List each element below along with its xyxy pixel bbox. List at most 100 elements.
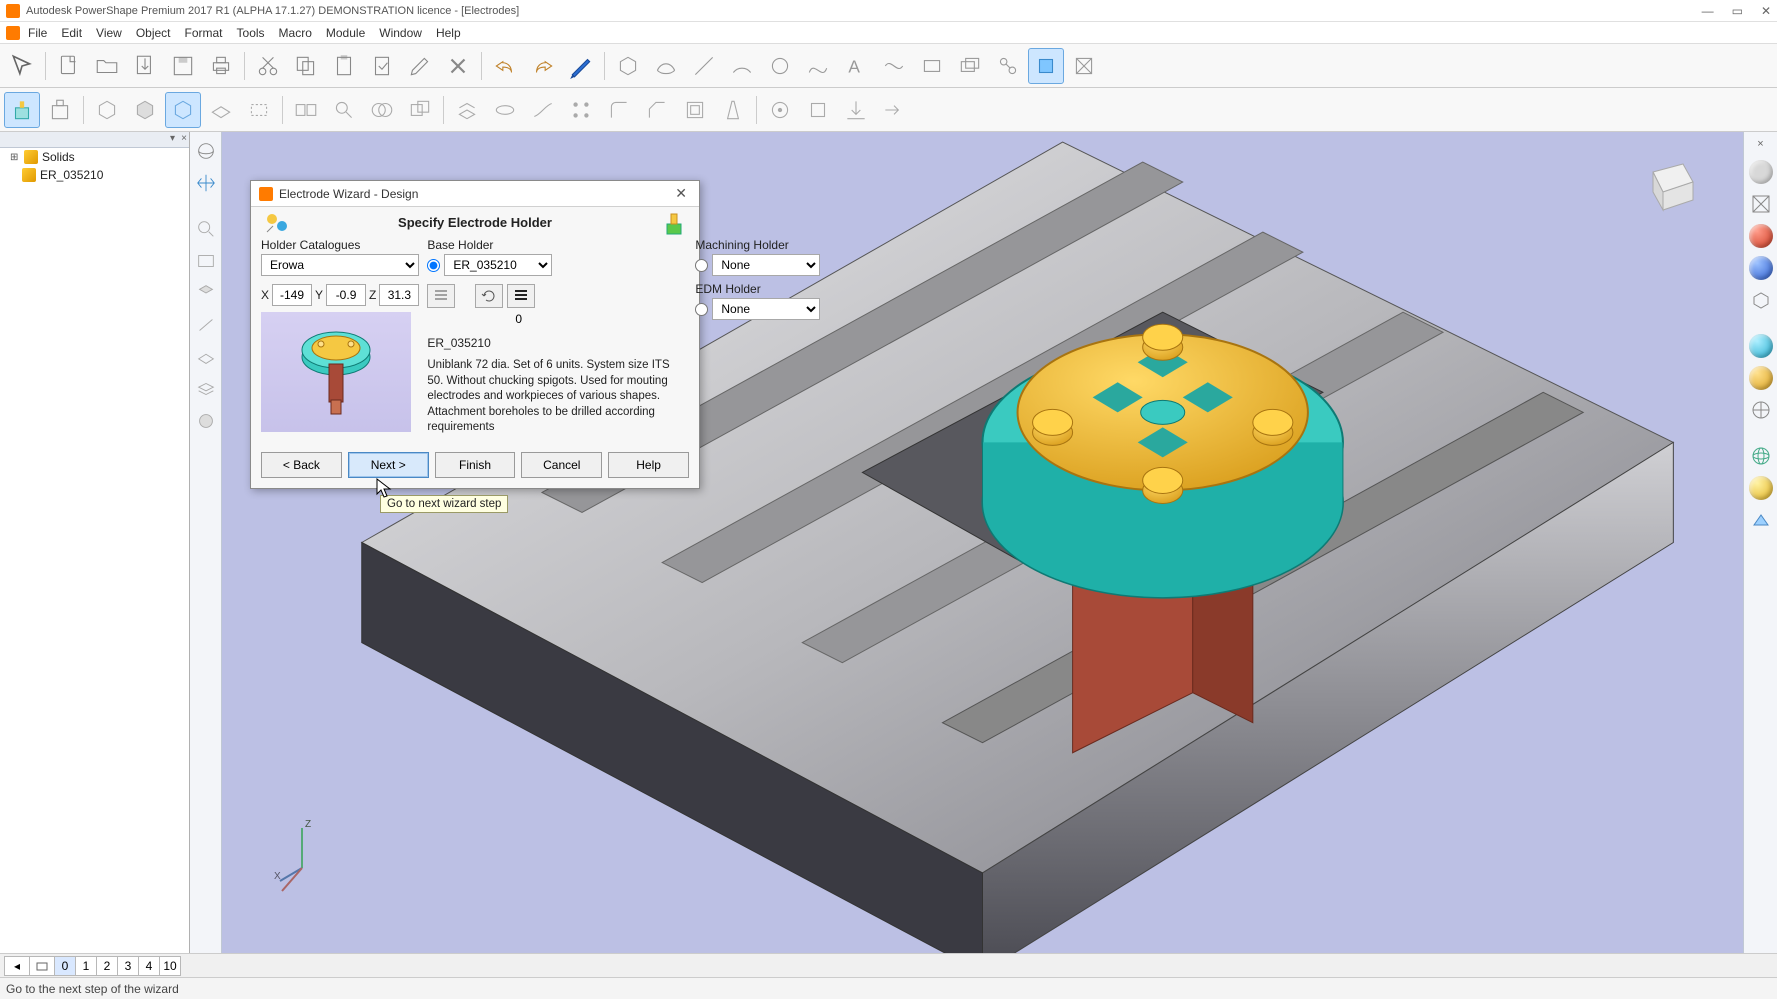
list-btn2-icon[interactable] [507, 284, 535, 308]
globe-icon[interactable] [1747, 442, 1775, 470]
menu-module[interactable]: Module [326, 26, 365, 40]
surface-icon[interactable] [648, 48, 684, 84]
dialog-close-icon[interactable]: ✕ [671, 185, 691, 202]
menu-format[interactable]: Format [185, 26, 223, 40]
redo-icon[interactable] [525, 48, 561, 84]
menu-file[interactable]: File [28, 26, 47, 40]
assembly-icon[interactable] [990, 48, 1026, 84]
fillet-icon[interactable] [601, 92, 637, 128]
perspective-icon[interactable] [1747, 506, 1775, 534]
menu-tools[interactable]: Tools [237, 26, 265, 40]
z-input[interactable] [379, 284, 419, 306]
menu-help[interactable]: Help [436, 26, 461, 40]
electrode-wizard-icon[interactable] [4, 92, 40, 128]
layer-icon[interactable] [193, 376, 219, 402]
line-icon[interactable] [686, 48, 722, 84]
view-iso-icon[interactable] [1747, 158, 1775, 186]
cancel-button[interactable]: Cancel [521, 452, 602, 478]
menu-object[interactable]: Object [136, 26, 171, 40]
pattern-icon[interactable] [563, 92, 599, 128]
level-4[interactable]: 4 [138, 956, 160, 976]
dialog-titlebar[interactable]: Electrode Wizard - Design ✕ [251, 181, 699, 207]
edit-icon[interactable] [402, 48, 438, 84]
chamfer-icon[interactable] [639, 92, 675, 128]
edge-icon[interactable] [193, 312, 219, 338]
cut-icon[interactable] [250, 48, 286, 84]
revolve-icon[interactable] [487, 92, 523, 128]
export2-icon[interactable] [876, 92, 912, 128]
holder-catalogues-select[interactable]: Erowa [261, 254, 419, 276]
electrode-cube3-icon[interactable] [165, 92, 201, 128]
close-button[interactable]: ✕ [1761, 4, 1771, 18]
level-0[interactable]: 0 [54, 956, 76, 976]
tree-item-solids[interactable]: ⊞ Solids [0, 148, 189, 166]
sketch-icon[interactable] [563, 48, 599, 84]
electrode-tool-icon[interactable] [1028, 48, 1064, 84]
box1-icon[interactable] [914, 48, 950, 84]
pointer-tool-icon[interactable] [4, 48, 40, 84]
extrude-icon[interactable] [449, 92, 485, 128]
view-red-icon[interactable] [1747, 222, 1775, 250]
level-prev-icon[interactable]: ◂ [4, 956, 30, 976]
expander-icon[interactable]: ⊞ [10, 152, 20, 163]
next-button[interactable]: Next > [348, 452, 429, 478]
electrode-cube2-icon[interactable] [127, 92, 163, 128]
level-1[interactable]: 1 [75, 956, 97, 976]
delete-icon[interactable] [440, 48, 476, 84]
circle-icon[interactable] [762, 48, 798, 84]
spline-icon[interactable] [876, 48, 912, 84]
zoom-fit-icon[interactable] [193, 248, 219, 274]
rotate-btn-icon[interactable] [475, 284, 503, 308]
pin-icon[interactable]: ▾ [170, 133, 175, 144]
machining-holder-select[interactable]: None [712, 254, 820, 276]
new-file-icon[interactable] [51, 48, 87, 84]
tree-item-er[interactable]: ER_035210 [0, 166, 189, 184]
level-10[interactable]: 10 [159, 956, 181, 976]
sweep-icon[interactable] [525, 92, 561, 128]
level-3[interactable]: 3 [117, 956, 139, 976]
list-btn1-icon[interactable] [427, 284, 455, 308]
open-file-icon[interactable] [89, 48, 125, 84]
menu-macro[interactable]: Macro [279, 26, 312, 40]
material-xray-icon[interactable] [1747, 396, 1775, 424]
solid-icon[interactable] [610, 48, 646, 84]
compare-icon[interactable] [288, 92, 324, 128]
text-icon[interactable]: A [838, 48, 874, 84]
arc-icon[interactable] [724, 48, 760, 84]
paste-icon[interactable] [326, 48, 362, 84]
app-menu-icon[interactable] [6, 26, 20, 40]
shell-icon[interactable] [677, 92, 713, 128]
view-cube[interactable] [1633, 152, 1703, 222]
help-button[interactable]: Help [608, 452, 689, 478]
shade-icon[interactable] [193, 408, 219, 434]
material-gold-icon[interactable] [1747, 364, 1775, 392]
electrode-define-icon[interactable] [42, 92, 78, 128]
view-wireframe-icon[interactable] [1747, 190, 1775, 218]
finish-button[interactable]: Finish [435, 452, 516, 478]
y-input[interactable] [326, 284, 366, 306]
orbit-icon[interactable] [193, 138, 219, 164]
electrode-region-icon[interactable] [241, 92, 277, 128]
tree-close-icon[interactable]: × [181, 133, 187, 144]
analyze-icon[interactable] [326, 92, 362, 128]
level-2[interactable]: 2 [96, 956, 118, 976]
x-input[interactable] [272, 284, 312, 306]
menu-window[interactable]: Window [379, 26, 422, 40]
print-icon[interactable] [203, 48, 239, 84]
minimize-button[interactable]: — [1702, 4, 1714, 18]
base-holder-select[interactable]: ER_035210 [444, 254, 552, 276]
electrode-cube1-icon[interactable] [89, 92, 125, 128]
save-icon[interactable] [165, 48, 201, 84]
draft-icon[interactable] [715, 92, 751, 128]
construction-icon[interactable] [1066, 48, 1102, 84]
export1-icon[interactable] [838, 92, 874, 128]
right-close-icon[interactable]: × [1757, 138, 1763, 150]
pan-icon[interactable] [193, 170, 219, 196]
menu-edit[interactable]: Edit [61, 26, 82, 40]
box2-icon[interactable] [952, 48, 988, 84]
machining-holder-radio[interactable] [695, 259, 708, 272]
level-menu-icon[interactable] [29, 956, 55, 976]
boolean2-icon[interactable] [402, 92, 438, 128]
menu-view[interactable]: View [96, 26, 122, 40]
face-icon[interactable] [193, 280, 219, 306]
